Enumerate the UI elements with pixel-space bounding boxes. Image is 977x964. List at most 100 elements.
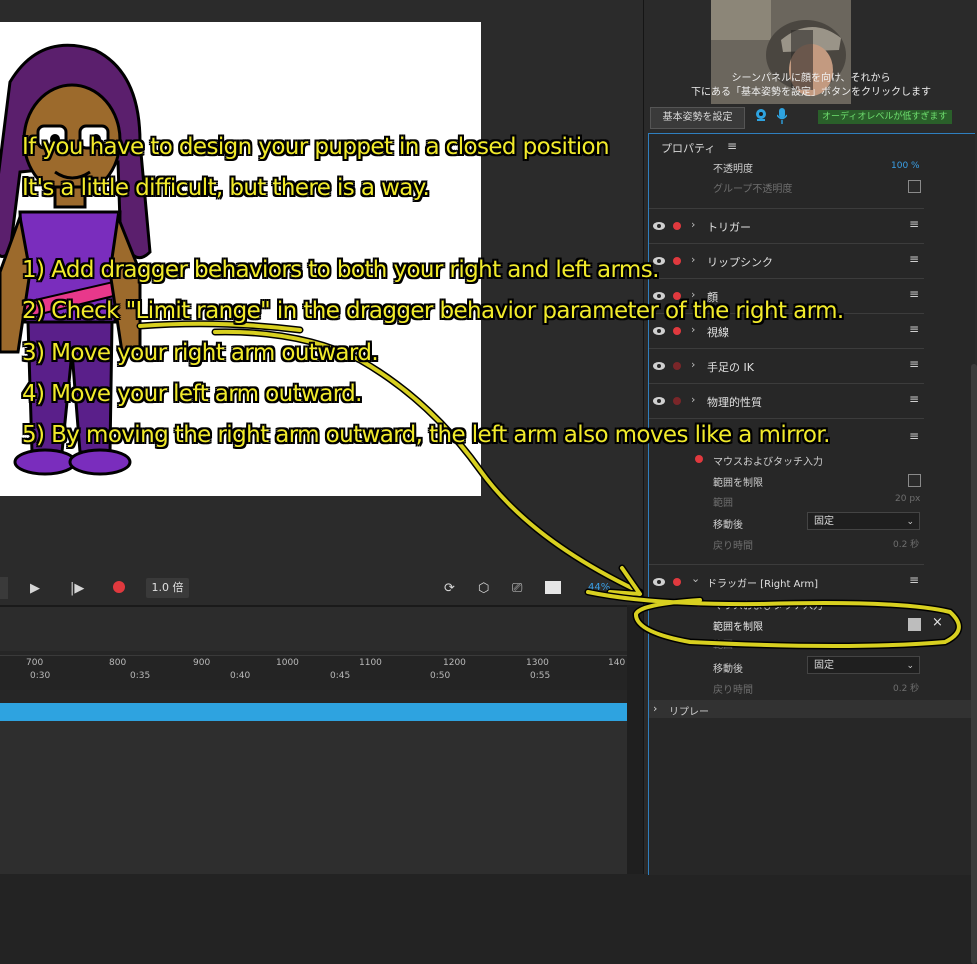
puppet-character[interactable] [0,22,481,496]
behavior-lip-sync[interactable]: › リップシンク ≡ [649,243,924,278]
behavior-physics[interactable]: › 物理的性質 ≡ [649,383,924,418]
timeline-scrollbar[interactable] [627,605,643,874]
return-time-value[interactable]: 0.2 秒 [893,681,919,694]
behavior-menu-icon[interactable]: ≡ [909,252,919,266]
timeline-header [0,605,627,651]
eye-icon[interactable] [653,255,665,267]
ruler-frame: 1100 [359,658,382,668]
range-value[interactable]: 20 px [895,494,920,504]
ruler-frame: 1200 [443,658,466,668]
return-time-value[interactable]: 0.2 秒 [893,537,919,550]
behavior-menu-icon[interactable]: ≡ [909,322,919,336]
set-rest-pose-button[interactable]: 基本姿勢を設定 [650,107,745,129]
opacity-label: 不透明度 [713,164,753,175]
chevron-right-icon[interactable]: › [691,218,695,231]
behavior-trigger[interactable]: › トリガー ≡ [649,208,924,243]
record-button[interactable] [113,581,125,593]
chevron-right-icon[interactable]: › [691,288,695,301]
ruler-time: 0:45 [330,671,351,681]
behavior-name: 手足の IK [707,361,754,374]
arm-record-icon[interactable] [673,578,681,586]
behavior-name: トリガー [707,221,751,234]
microphone-icon[interactable] [777,108,787,124]
arm-record-icon[interactable] [673,362,681,370]
eye-icon[interactable] [653,360,665,372]
behavior-face[interactable]: › 顔 ≡ [649,278,924,313]
mouse-touch-record-icon[interactable] [695,455,703,463]
range-label: 範囲 [713,640,733,651]
arm-record-icon[interactable] [673,292,681,300]
behavior-name: 視線 [707,326,729,339]
chevron-right-icon[interactable]: › [653,702,657,715]
behavior-menu-icon[interactable]: ≡ [909,392,919,406]
eye-icon[interactable] [653,220,665,232]
refresh-icon[interactable]: ⟳ [444,580,455,598]
cast-icon[interactable]: ⎚ [512,580,522,598]
ruler-time: 0:50 [430,671,451,681]
replay-label: リプレー [669,707,709,718]
chevron-down-icon[interactable]: ⌄ [691,572,700,585]
after-move-label: 移動後 [713,520,743,531]
audio-level-warning: オーディオレベルが低すぎます [818,110,952,124]
arm-record-icon[interactable] [673,222,681,230]
timeline-field[interactable] [0,577,8,599]
behavior-menu-icon[interactable]: ≡ [909,217,919,231]
ruler-frame: 1000 [276,658,299,668]
chevron-right-icon[interactable]: › [691,358,695,371]
behavior-menu-icon[interactable]: ≡ [909,287,919,301]
group-opacity-checkbox[interactable] [908,180,921,193]
eye-icon[interactable] [653,576,665,588]
after-move-value: 固定 [814,660,834,671]
scene-panel [0,0,643,572]
scene-canvas[interactable] [0,22,481,496]
ruler-time: 0:55 [530,671,551,681]
behavior-name: 物理的性質 [707,396,762,409]
background-color-icon[interactable] [545,581,561,594]
limit-range-checkbox-checked[interactable] [908,618,921,631]
scene-track-bar[interactable] [0,703,627,721]
behavior-dragger-left-arm: ≡ マウスおよびタッチ入力 範囲を制限 範囲 20 px 移動後 固定 ⌄ 戻り… [649,418,924,565]
behavior-eye-gaze[interactable]: › 視線 ≡ [649,313,924,348]
behavior-name: 顔 [707,291,718,304]
arm-record-icon[interactable] [673,327,681,335]
eye-icon[interactable] [653,325,665,337]
arm-record-icon[interactable] [673,257,681,265]
properties-scrollbar[interactable] [971,364,977,964]
webcam-icon[interactable] [754,108,768,122]
behavior-dragger-right-arm[interactable]: ⌄ ドラッガー [Right Arm] ≡ マウスおよびタッチ入力 範囲を制限 … [649,564,943,699]
step-forward-icon[interactable]: |▶ [70,580,84,598]
mouse-touch-record-icon[interactable] [695,599,703,607]
group-opacity-label: グループ不透明度 [713,184,793,195]
behavior-menu-icon[interactable]: ≡ [909,573,919,587]
replay-section[interactable]: › リプレー [649,700,971,718]
playback-speed[interactable]: 1.0 倍 [146,578,189,598]
after-move-select[interactable]: 固定 ⌄ [807,656,920,674]
eye-icon[interactable] [653,290,665,302]
limit-range-label: 範囲を制限 [713,478,763,489]
behavior-menu-icon[interactable]: ≡ [909,357,919,371]
play-icon[interactable]: ▶ [30,580,40,598]
ruler-frame: 800 [109,658,127,668]
opacity-value[interactable]: 100 % [891,161,920,171]
chevron-right-icon[interactable]: › [691,253,695,266]
time-ruler[interactable]: 700 800 900 1000 1100 1200 1300 140 0:30… [0,655,627,690]
behavior-menu-icon[interactable]: ≡ [909,429,919,443]
timeline-tracks[interactable] [0,721,627,874]
limit-range-checkbox[interactable] [908,474,921,487]
after-move-select[interactable]: 固定 ⌄ [807,512,920,530]
camera-instruction: シーンパネルに顔を向け、それから 下にある「基本姿勢を設定」ボタンをクリックしま… [644,72,977,100]
ruler-time: 0:35 [130,671,151,681]
arm-record-icon[interactable] [673,397,681,405]
properties-menu-icon[interactable]: ≡ [727,139,737,153]
zoom-level[interactable]: 44% [588,582,610,593]
return-time-label: 戻り時間 [713,541,753,552]
chevron-right-icon[interactable]: › [691,393,695,406]
puppet-mesh-icon[interactable]: ⬡ [478,580,489,598]
camera-instruction-line2: 下にある「基本姿勢を設定」ボタンをクリックします [691,87,931,98]
eye-icon[interactable] [653,395,665,407]
chevron-right-icon[interactable]: › [691,323,695,336]
chevron-down-icon: ⌄ [906,517,914,527]
behavior-limb-ik[interactable]: › 手足の IK ≡ [649,348,924,383]
properties-panel: プロパティ ≡ 不透明度 100 % グループ不透明度 › トリガー ≡ › リ… [648,133,977,964]
close-icon[interactable]: × [932,615,943,630]
